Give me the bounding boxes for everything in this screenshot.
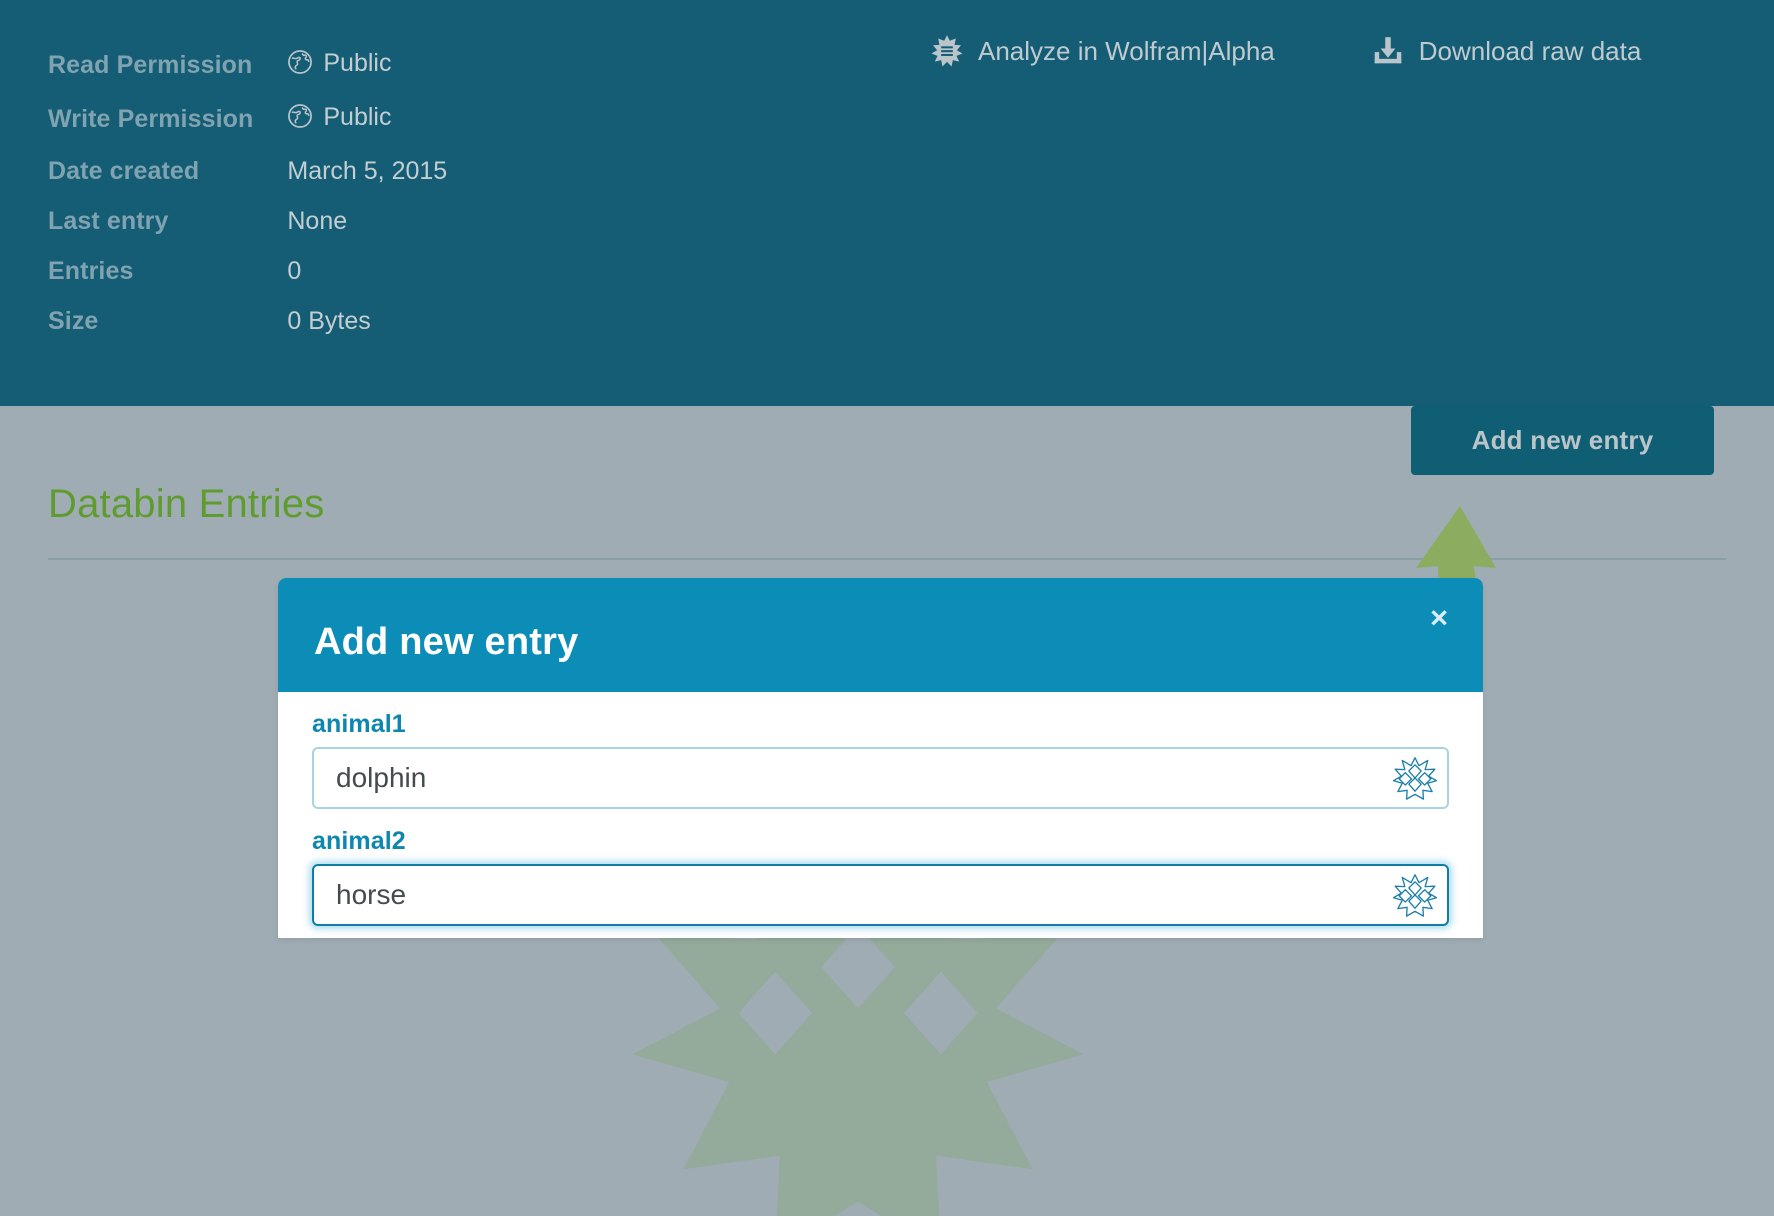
metadata-label: Write Permission: [48, 105, 254, 133]
animal2-input[interactable]: [312, 864, 1449, 926]
metadata-label: Read Permission: [48, 51, 253, 79]
metadata-label: Entries: [48, 257, 134, 285]
table-row: Write Permission Public: [48, 92, 447, 146]
table-row: Entries 0: [48, 246, 447, 296]
add-new-entry-modal: Add new entry × animal1 dolphin animal2 …: [278, 578, 1483, 938]
table-row: Last entry None: [48, 196, 447, 246]
form-field-animal2: animal2: [312, 827, 1449, 926]
close-icon[interactable]: ×: [1421, 600, 1457, 636]
modal-header: Add new entry ×: [278, 578, 1483, 692]
animal1-input[interactable]: [312, 747, 1449, 809]
add-new-entry-button[interactable]: Add new entry: [1411, 406, 1714, 475]
modal-title: Add new entry: [314, 621, 579, 663]
field-label-animal2: animal2: [312, 827, 406, 855]
form-field-animal1: animal1: [312, 710, 1449, 809]
metadata-value-text: Public: [323, 49, 392, 77]
metadata-value: 0: [287, 257, 302, 285]
download-raw-data-link[interactable]: Download raw data: [1371, 34, 1642, 68]
metadata-value: None: [287, 207, 348, 235]
table-row: Size 0 Bytes: [48, 296, 447, 346]
metadata-value: 0 Bytes: [287, 307, 371, 335]
analyze-in-wolfram-alpha-link[interactable]: Analyze in Wolfram|Alpha: [930, 34, 1275, 68]
metadata-label: Last entry: [48, 207, 169, 235]
section-divider: [48, 558, 1726, 560]
field-label-animal1: animal1: [312, 710, 406, 738]
metadata-value-text: Public: [323, 103, 392, 131]
globe-icon: [287, 42, 313, 92]
metadata-value: Public: [287, 92, 447, 146]
analyze-link-label: Analyze in Wolfram|Alpha: [978, 35, 1275, 66]
metadata-rows: Read Permission Public Write Permission: [48, 38, 447, 346]
metadata-label: Date created: [48, 157, 200, 185]
page-title: Databin Entries: [48, 482, 325, 526]
table-row: Date created March 5, 2015: [48, 146, 447, 196]
wolfram-spikey-icon: [930, 34, 964, 68]
metadata-value: March 5, 2015: [287, 157, 448, 185]
databin-metadata-table: Read Permission Public Write Permission: [48, 38, 447, 346]
field-wrap-animal1: [312, 747, 1449, 809]
metadata-value: Public: [287, 38, 447, 92]
databin-info-panel: Read Permission Public Write Permission: [0, 0, 1774, 406]
entries-section: Databin Entries Add new entry Add new en…: [0, 406, 1774, 1216]
download-link-label: Download raw data: [1418, 35, 1642, 66]
modal-body: animal1 dolphin animal2 horse: [278, 710, 1483, 926]
field-wrap-animal2: [312, 864, 1449, 926]
table-row: Read Permission Public: [48, 38, 447, 92]
metadata-label: Size: [48, 307, 99, 335]
panel-actions: Analyze in Wolfram|Alpha Download raw da…: [930, 34, 1641, 68]
databin-page: Read Permission Public Write Permission: [0, 0, 1774, 1216]
globe-icon: [287, 96, 313, 146]
download-icon: [1371, 34, 1405, 68]
